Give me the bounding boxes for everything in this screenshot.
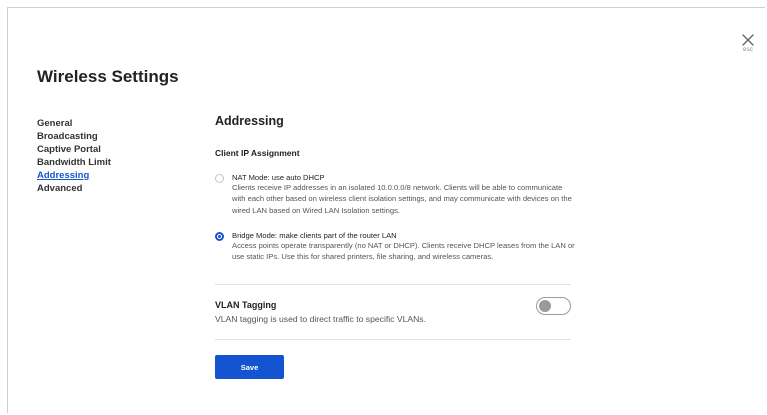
section-title: Addressing bbox=[215, 114, 284, 128]
toggle-knob bbox=[539, 300, 551, 312]
bridge-mode-option[interactable]: Bridge Mode: make clients part of the ro… bbox=[215, 230, 575, 274]
nat-mode-radio[interactable] bbox=[215, 174, 224, 183]
bridge-mode-radio[interactable] bbox=[215, 232, 224, 241]
nav-item-advanced[interactable]: Advanced bbox=[37, 182, 111, 195]
close-hint: esc bbox=[743, 47, 753, 53]
settings-modal: esc Wireless Settings General Broadcasti… bbox=[7, 7, 765, 413]
close-icon bbox=[742, 34, 754, 46]
settings-nav: General Broadcasting Captive Portal Band… bbox=[37, 117, 111, 195]
nav-item-general[interactable]: General bbox=[37, 117, 111, 130]
vlan-tagging-toggle[interactable] bbox=[536, 297, 571, 315]
nat-mode-description: Clients receive IP addresses in an isola… bbox=[232, 183, 572, 215]
divider bbox=[215, 284, 571, 285]
bridge-mode-description: Access points operate transparently (no … bbox=[232, 241, 575, 262]
client-ip-heading: Client IP Assignment bbox=[215, 148, 300, 158]
page-title: Wireless Settings bbox=[37, 67, 179, 86]
nav-item-broadcasting[interactable]: Broadcasting bbox=[37, 130, 111, 143]
save-button[interactable]: Save bbox=[215, 355, 284, 379]
addressing-panel: Addressing Client IP Assignment NAT Mode… bbox=[215, 113, 575, 379]
nav-item-bandwidth-limit[interactable]: Bandwidth Limit bbox=[37, 156, 111, 169]
nav-item-addressing[interactable]: Addressing bbox=[37, 169, 111, 182]
close-button[interactable]: esc bbox=[737, 34, 759, 54]
nat-mode-option[interactable]: NAT Mode: use auto DHCP Clients receive … bbox=[215, 172, 572, 216]
vlan-tagging-title: VLAN Tagging bbox=[215, 300, 277, 310]
divider bbox=[215, 339, 571, 340]
vlan-tagging-description: VLAN tagging is used to direct traffic t… bbox=[215, 314, 426, 324]
nav-item-captive-portal[interactable]: Captive Portal bbox=[37, 143, 111, 156]
